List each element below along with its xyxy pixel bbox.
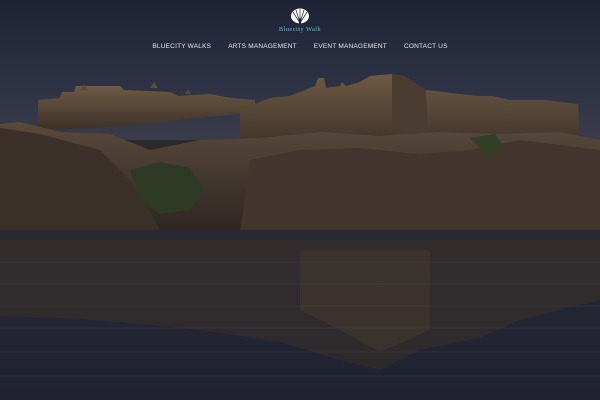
peacock-icon bbox=[291, 8, 309, 24]
fort-lake-background-image bbox=[0, 0, 600, 400]
site-header: Bluecity Walk BLUECITY WALKS ARTS MANAGE… bbox=[0, 0, 600, 60]
main-navigation: BLUECITY WALKS ARTS MANAGEMENT EVENT MAN… bbox=[0, 41, 600, 53]
nav-link-bluecity-walks[interactable]: BLUECITY WALKS bbox=[152, 41, 211, 53]
hero-section: Bluecity Walk BLUECITY WALKS ARTS MANAGE… bbox=[0, 0, 600, 400]
brand-logo[interactable]: Bluecity Walk bbox=[270, 8, 330, 38]
nav-link-contact-us[interactable]: CONTACT US bbox=[404, 41, 448, 53]
brand-name: Bluecity Walk bbox=[278, 26, 322, 33]
nav-link-event-management[interactable]: EVENT MANAGEMENT bbox=[314, 41, 387, 53]
nav-link-arts-management[interactable]: ARTS MANAGEMENT bbox=[228, 41, 297, 53]
